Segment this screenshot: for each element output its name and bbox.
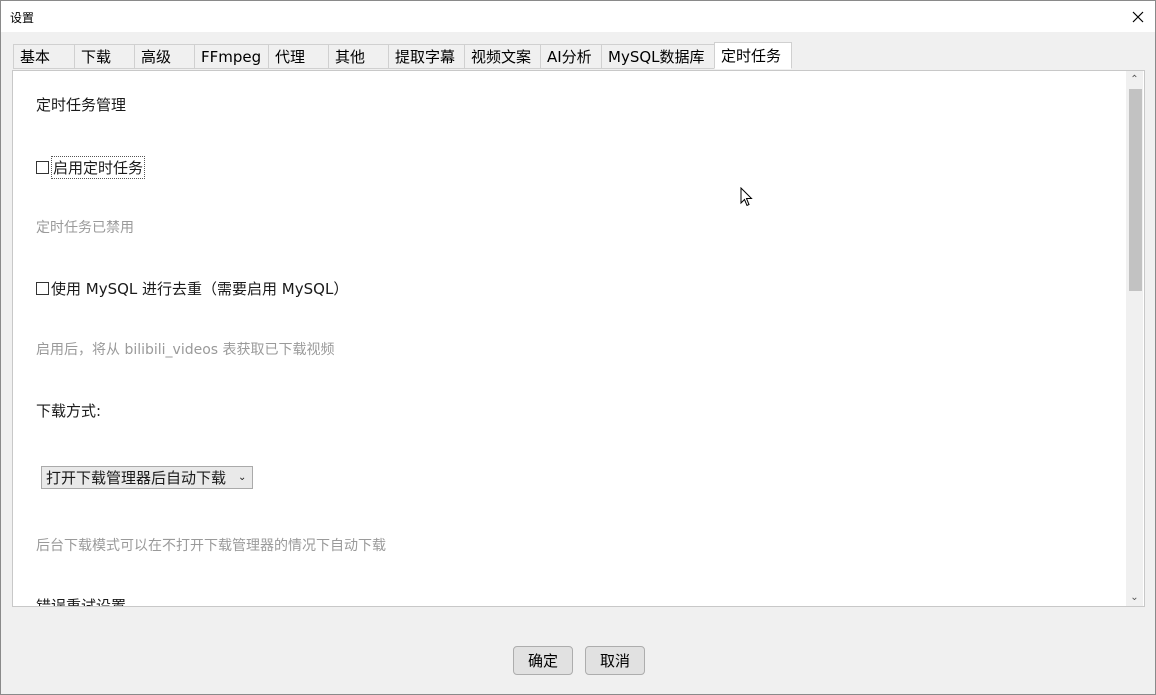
close-button[interactable] [1123,1,1153,32]
retry-section-label: 错误重试设置 [36,597,127,607]
scrollbar-thumb[interactable] [1129,89,1142,291]
title-bar: 设置 [1,1,1155,32]
scroll-down-arrow-icon[interactable]: ⌄ [1126,589,1143,606]
tab-advanced[interactable]: 高级 [134,44,194,69]
tab-bar: 基本 下载 高级 FFmpeg 代理 其他 提取字幕 视频文案 AI分析 MyS… [13,42,792,71]
tab-video-copy[interactable]: 视频文案 [464,44,540,69]
window-title: 设置 [10,11,35,25]
tab-basic[interactable]: 基本 [13,44,74,69]
download-mode-select[interactable]: 打开下载管理器后自动下载 ⌄ [41,466,253,489]
checkbox-box[interactable] [36,161,49,174]
enable-scheduler-label: 启用定时任务 [51,156,146,179]
mysql-dedupe-label: 使用 MySQL 进行去重（需要启用 MySQL） [51,280,349,298]
scheduler-status: 定时任务已禁用 [36,220,134,236]
settings-window: 设置 基本 下载 高级 FFmpeg 代理 其他 提取字幕 视频文案 AI分析 … [0,0,1156,695]
enable-scheduler-checkbox[interactable]: 启用定时任务 [36,156,146,179]
close-icon [1132,11,1144,22]
checkbox-box[interactable] [36,282,49,295]
cancel-button[interactable]: 取消 [585,646,645,675]
tab-extract-subtitles[interactable]: 提取字幕 [388,44,464,69]
tab-download[interactable]: 下载 [74,44,134,69]
mysql-hint: 启用后，将从 bilibili_videos 表获取已下载视频 [36,342,335,358]
section-title: 定时任务管理 [36,96,127,114]
tab-proxy[interactable]: 代理 [268,44,328,69]
download-mode-hint: 后台下载模式可以在不打开下载管理器的情况下自动下载 [36,538,386,554]
tab-other[interactable]: 其他 [328,44,388,69]
vertical-scrollbar[interactable]: ⌃ ⌄ [1126,71,1143,606]
download-mode-label: 下载方式: [36,402,102,420]
mouse-cursor-icon [740,187,753,207]
tab-scheduled-tasks[interactable]: 定时任务 [714,42,792,69]
chevron-down-icon: ⌄ [238,472,247,483]
ok-button[interactable]: 确定 [513,646,573,675]
scroll-up-arrow-icon[interactable]: ⌃ [1126,71,1143,88]
tab-panel: 定时任务管理 启用定时任务 定时任务已禁用 使用 MySQL 进行去重（需要启用… [12,70,1145,607]
download-mode-value: 打开下载管理器后自动下载 [46,469,227,487]
mysql-dedupe-checkbox[interactable]: 使用 MySQL 进行去重（需要启用 MySQL） [36,278,348,299]
tab-ai-analysis[interactable]: AI分析 [540,44,601,69]
tab-mysql[interactable]: MySQL数据库 [601,44,714,69]
tab-ffmpeg[interactable]: FFmpeg [194,44,268,69]
